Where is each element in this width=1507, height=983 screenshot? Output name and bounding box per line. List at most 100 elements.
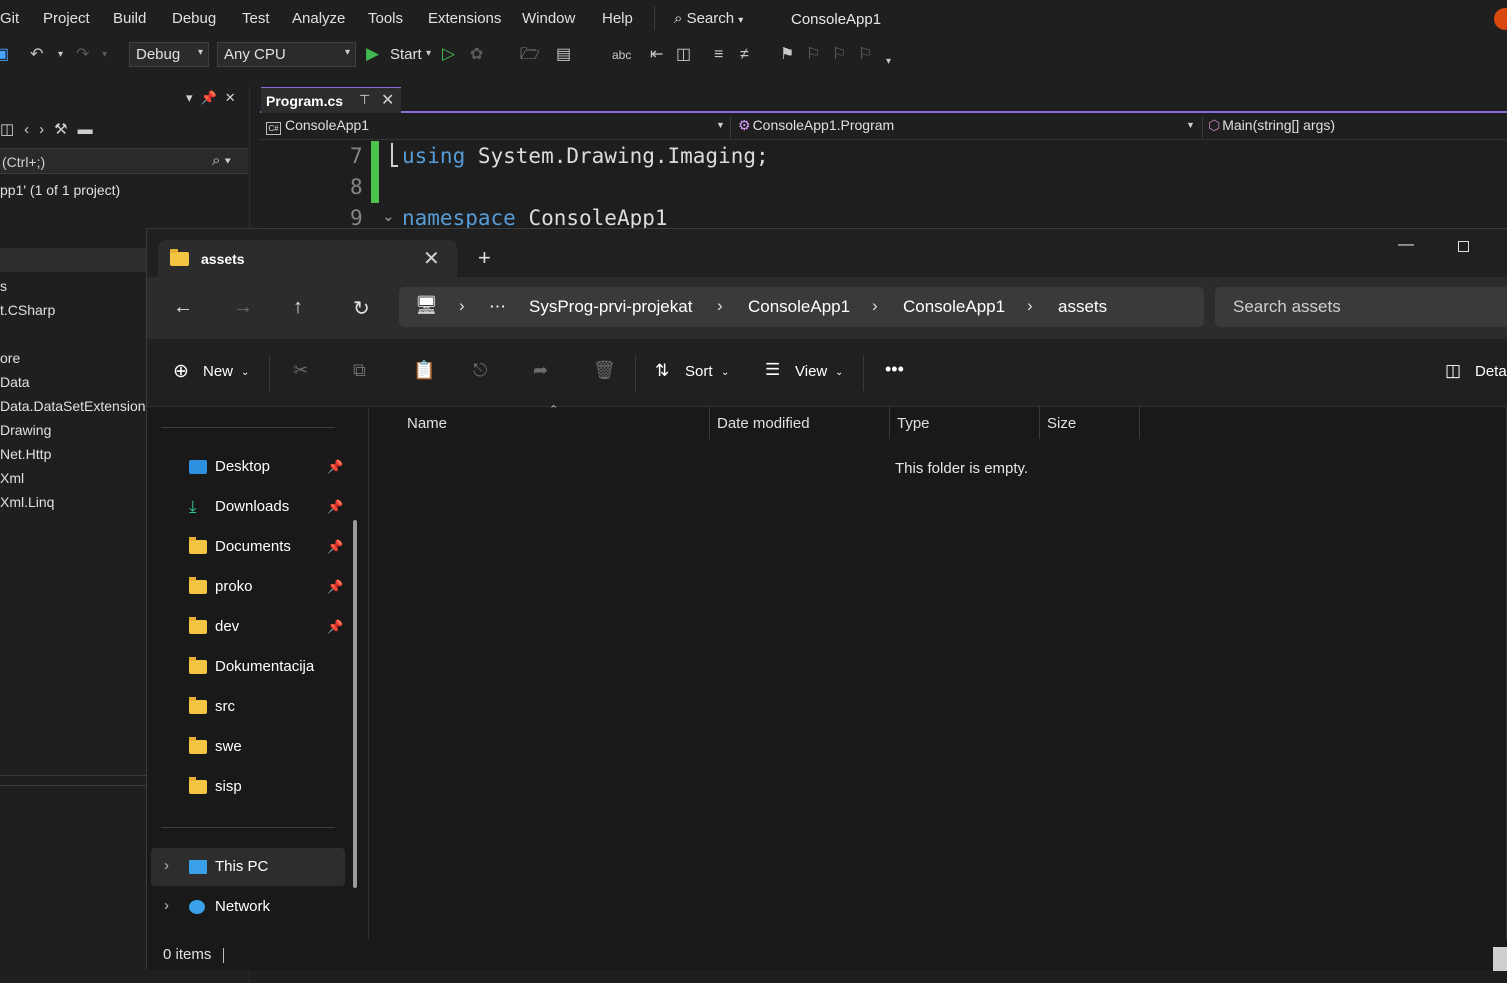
nav-item-src[interactable]: src: [189, 696, 349, 720]
rename-icon[interactable]: ⎋: [473, 360, 487, 381]
menu-git[interactable]: Git: [0, 10, 19, 27]
step-icon[interactable]: ⇤: [650, 45, 663, 65]
column-separator[interactable]: [1039, 407, 1040, 439]
redo-icon[interactable]: ↷: [76, 45, 89, 65]
tree-item[interactable]: s: [0, 278, 7, 294]
cut-icon[interactable]: ✂: [293, 360, 308, 381]
menu-debug[interactable]: Debug: [172, 10, 216, 27]
breadcrumb-item[interactable]: ConsoleApp1: [903, 297, 1005, 317]
bookmark-clear-icon[interactable]: ⚐: [858, 45, 872, 65]
more-options-icon[interactable]: •••: [885, 359, 904, 380]
start-button[interactable]: Start: [390, 46, 422, 63]
fold-chevron-icon[interactable]: ⌄: [382, 207, 395, 225]
column-header-date-modified[interactable]: Date modified: [717, 415, 810, 432]
refresh-icon[interactable]: ↻: [353, 296, 370, 321]
nav-item-downloads[interactable]: ⤓ Downloads 📌: [189, 496, 349, 520]
vs-search-box[interactable]: ⌕ Search ▾: [674, 10, 743, 27]
layout-icon[interactable]: ▤: [556, 45, 571, 65]
details-pane-icon[interactable]: ◫: [1445, 361, 1461, 381]
open-folder-icon[interactable]: 🗁: [520, 45, 540, 65]
project-combo[interactable]: C# ConsoleApp1 ▼: [266, 117, 726, 138]
menu-extensions[interactable]: Extensions: [428, 10, 501, 27]
compare-icon[interactable]: ◫: [676, 45, 691, 65]
tree-item[interactable]: Xml: [0, 470, 24, 486]
solution-explorer-toolbar[interactable]: ◫‹›⚒▬: [0, 120, 103, 138]
menu-analyze[interactable]: Analyze: [292, 10, 345, 27]
forward-arrow-icon[interactable]: →: [233, 296, 253, 319]
nav-item-dev[interactable]: dev 📌: [189, 616, 349, 640]
chevron-down-icon[interactable]: ⌄: [721, 367, 729, 378]
nav-item-documents[interactable]: Documents 📌: [189, 536, 349, 560]
nav-item-sisp[interactable]: sisp: [189, 776, 349, 800]
back-arrow-icon[interactable]: ←: [173, 296, 193, 319]
pin-icon[interactable]: 📌: [327, 539, 343, 555]
bookmark-prev-icon[interactable]: ⚐: [806, 45, 820, 65]
tree-item[interactable]: Data.DataSetExtensions: [0, 398, 153, 414]
pin-icon[interactable]: 📌: [327, 459, 343, 475]
save-all-icon[interactable]: ▣: [0, 45, 9, 65]
sort-button[interactable]: Sort: [685, 363, 713, 380]
tab-program-cs[interactable]: Program.cs ⊤ ✕: [261, 87, 401, 113]
nav-scrollbar[interactable]: [353, 520, 357, 888]
breadcrumb[interactable]: 🖥 › ⋯ SysProg-prvi-projekat › ConsoleApp…: [399, 287, 1204, 327]
bookmark-icon[interactable]: ⚑: [780, 45, 794, 65]
nav-item-this-pc[interactable]: This PC: [189, 856, 349, 880]
details-view-toggle-icon[interactable]: [1493, 947, 1507, 971]
class-combo[interactable]: ⚙ ConsoleApp1.Program ▼: [738, 117, 1198, 138]
tree-item[interactable]: Xml.Linq: [0, 494, 54, 510]
indent-icon[interactable]: ≡: [714, 45, 723, 65]
chevron-down-icon[interactable]: ▾: [426, 48, 431, 59]
selected-tree-row[interactable]: [0, 248, 146, 272]
menu-help[interactable]: Help: [602, 10, 633, 27]
breadcrumb-item-current[interactable]: assets: [1058, 297, 1107, 317]
solution-explorer-search[interactable]: (Ctrl+;) ⌕ ▾: [0, 148, 248, 174]
column-header-name[interactable]: Name: [407, 415, 447, 432]
tree-item[interactable]: Data: [0, 374, 30, 390]
close-icon[interactable]: ✕: [381, 90, 394, 110]
bookmark-next-icon[interactable]: ⚐: [832, 45, 846, 65]
platform-select[interactable]: Any CPU ▾: [217, 42, 356, 67]
pin-icon[interactable]: ⊤: [359, 92, 370, 108]
column-header-size[interactable]: Size: [1047, 415, 1076, 432]
nav-item-network[interactable]: Network: [189, 896, 349, 920]
column-separator[interactable]: [1139, 407, 1140, 439]
pin-icon[interactable]: 📌: [327, 499, 343, 515]
spell-check-icon[interactable]: abc: [612, 45, 631, 65]
member-combo[interactable]: ⬡ Main(string[] args): [1208, 117, 1507, 138]
view-icon[interactable]: ☰: [765, 360, 780, 380]
column-separator[interactable]: [709, 407, 710, 439]
breadcrumb-item[interactable]: SysProg-prvi-projekat: [529, 297, 692, 317]
nav-item-desktop[interactable]: Desktop 📌: [189, 456, 349, 480]
tree-item[interactable]: Net.Http: [0, 446, 51, 462]
search-input[interactable]: Search assets: [1215, 287, 1507, 327]
chevron-right-icon[interactable]: ›: [872, 296, 878, 316]
file-list[interactable]: ⌃ Name Date modified Type Size This fold…: [369, 404, 1507, 939]
share-icon[interactable]: ➦: [533, 360, 548, 381]
chevron-down-icon[interactable]: ▾: [102, 45, 107, 65]
details-button[interactable]: Deta: [1475, 363, 1507, 380]
breadcrumb-item[interactable]: ConsoleApp1: [748, 297, 850, 317]
toolbar-overflow-icon[interactable]: ▾: [886, 52, 891, 72]
monitor-icon[interactable]: 🖥: [415, 295, 438, 316]
tree-item[interactable]: ore: [0, 350, 20, 366]
undo-icon[interactable]: ↶: [30, 45, 43, 65]
chevron-right-icon[interactable]: ›: [459, 296, 465, 316]
column-header-type[interactable]: Type: [897, 415, 930, 432]
pin-icon[interactable]: 📌: [327, 619, 343, 635]
nav-item-swe[interactable]: swe: [189, 736, 349, 760]
code-area[interactable]: 7 8 9 ⌄ using System.Drawing.Imaging; na…: [260, 141, 1507, 231]
up-arrow-icon[interactable]: ↑: [293, 296, 303, 319]
chevron-down-icon[interactable]: ▾: [58, 45, 63, 65]
chevron-right-icon[interactable]: ›: [164, 897, 169, 914]
avatar[interactable]: [1494, 8, 1507, 30]
chevron-right-icon[interactable]: ›: [717, 296, 723, 316]
nav-item-dokumentacija[interactable]: Dokumentacija: [189, 656, 349, 680]
configuration-select[interactable]: Debug ▾: [129, 42, 209, 67]
pin-icon[interactable]: 📌: [327, 579, 343, 595]
delete-icon[interactable]: 🗑: [593, 360, 616, 381]
hot-reload-icon[interactable]: ✿: [470, 45, 483, 65]
paste-icon[interactable]: 📋: [413, 360, 435, 381]
tree-item[interactable]: t.CSharp: [0, 302, 55, 318]
play-icon[interactable]: ▶: [366, 44, 379, 64]
close-icon[interactable]: ✕: [423, 246, 440, 271]
